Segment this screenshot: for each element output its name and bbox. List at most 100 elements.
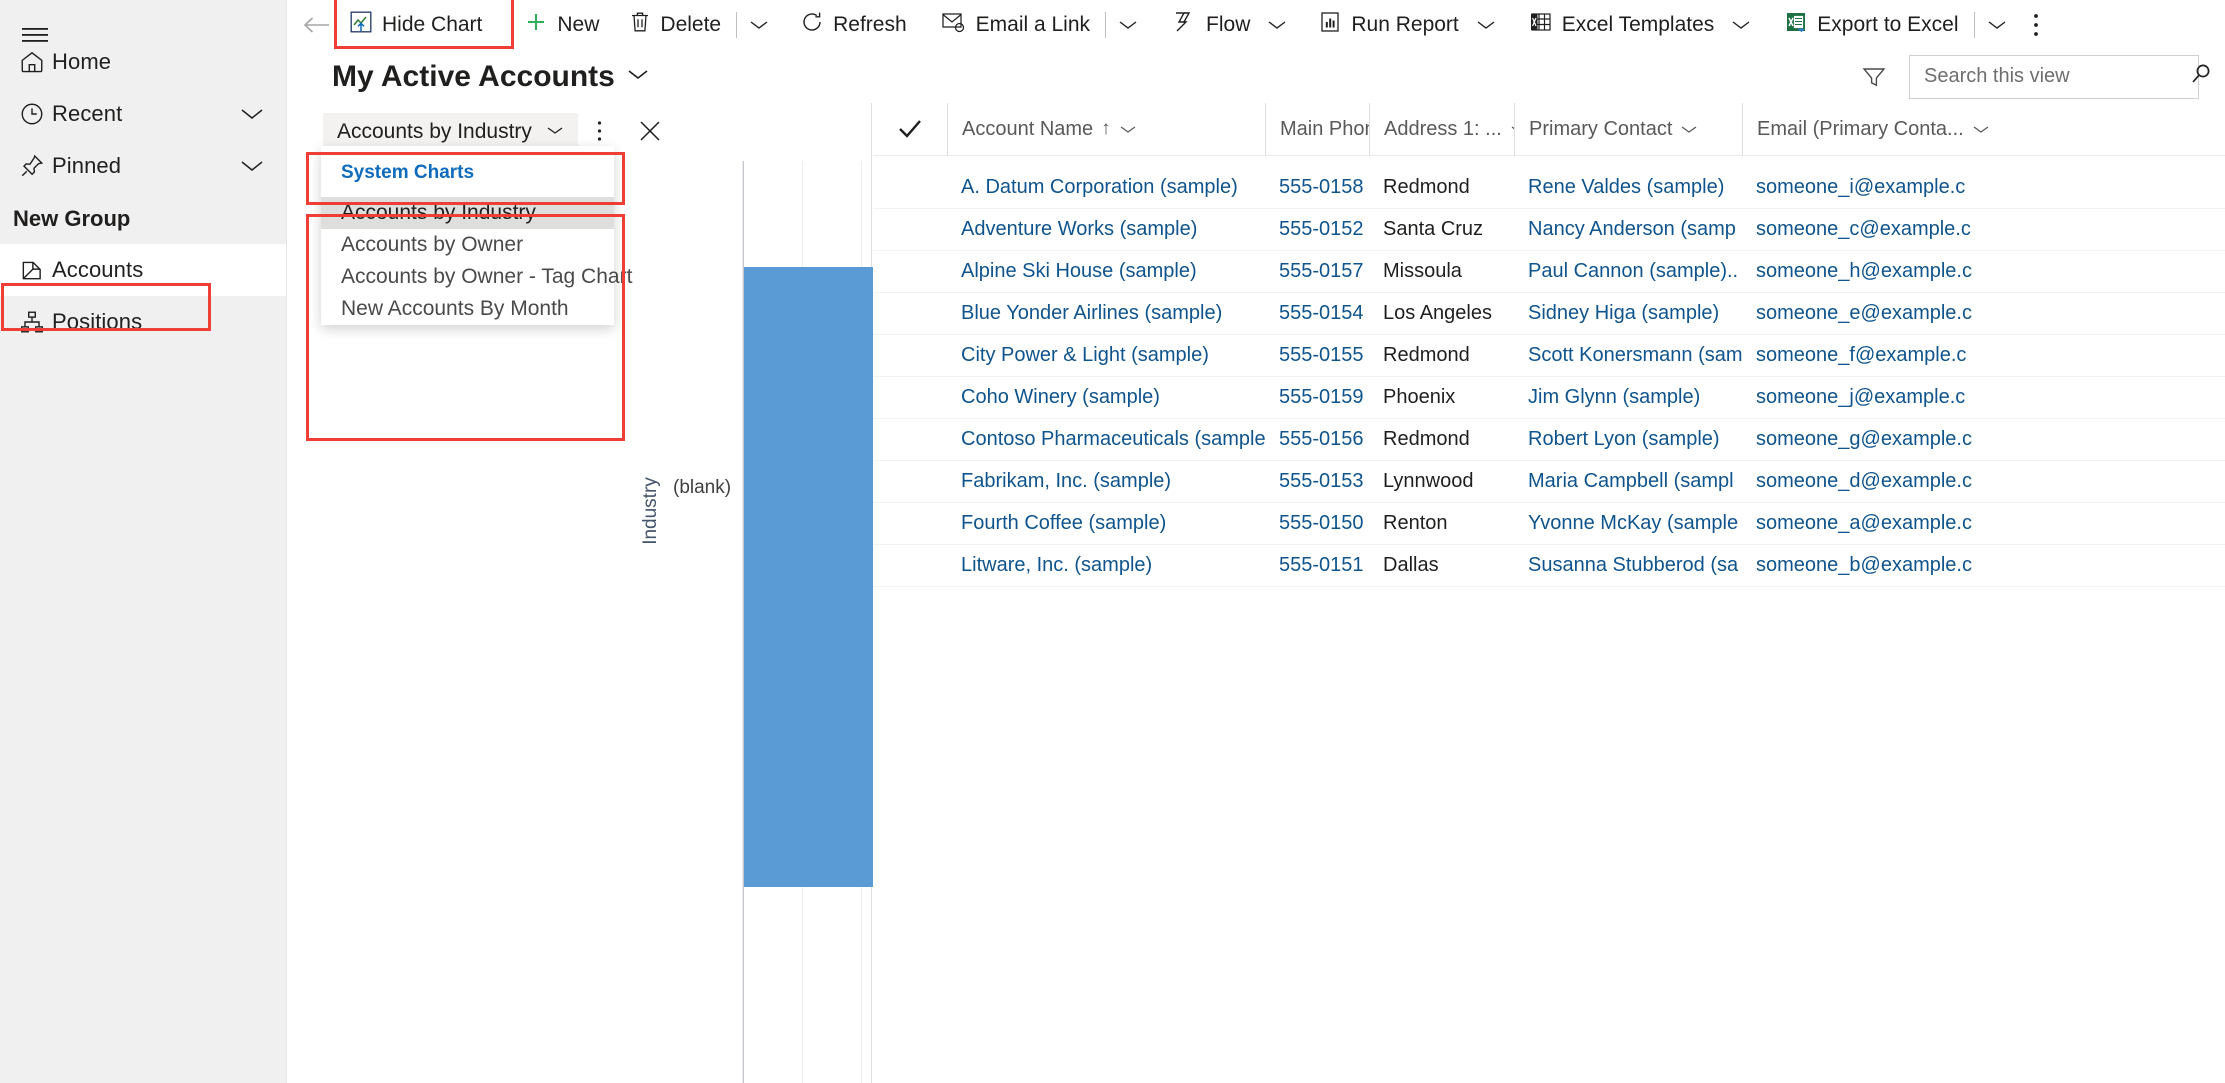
- cell-main-phone[interactable]: 555-0159: [1265, 377, 1369, 419]
- select-all-checkmark-icon[interactable]: [873, 118, 947, 140]
- table-row[interactable]: Blue Yonder Airlines (sample) 555-0154 Los…: [873, 293, 2225, 335]
- cell-email[interactable]: someone_e@example.c: [1742, 293, 1992, 335]
- excel-templates-button[interactable]: Excel Templates: [1519, 3, 1725, 47]
- cell-email[interactable]: someone_f@example.c: [1742, 335, 1992, 377]
- search-icon[interactable]: [2189, 62, 2213, 91]
- close-icon[interactable]: [631, 112, 669, 150]
- cell-primary-contact[interactable]: Sidney Higa (sample): [1514, 293, 1742, 335]
- flow-button[interactable]: Flow: [1161, 3, 1260, 47]
- sidebar-item-pinned[interactable]: Pinned: [0, 140, 286, 192]
- divider: [1105, 11, 1107, 38]
- cell-main-phone[interactable]: 555-0155: [1265, 335, 1369, 377]
- cell-account-name[interactable]: Litware, Inc. (sample): [947, 545, 1265, 587]
- cell-account-name[interactable]: Coho Winery (sample): [947, 377, 1265, 419]
- cell-main-phone[interactable]: 555-0152: [1265, 209, 1369, 251]
- email-a-link-caret-icon[interactable]: [1111, 3, 1145, 47]
- cell-account-name[interactable]: Blue Yonder Airlines (sample): [947, 293, 1265, 335]
- cell-primary-contact[interactable]: Jim Glynn (sample): [1514, 377, 1742, 419]
- chevron-down-icon[interactable]: [627, 68, 649, 86]
- cell-account-name[interactable]: Fourth Coffee (sample): [947, 503, 1265, 545]
- table-row[interactable]: City Power & Light (sample) 555-0155 Redmo…: [873, 335, 2225, 377]
- cell-email[interactable]: someone_j@example.c: [1742, 377, 1992, 419]
- more-vertical-icon[interactable]: [2018, 3, 2054, 47]
- cell-email[interactable]: someone_g@example.c: [1742, 419, 1992, 461]
- chevron-down-icon[interactable]: [1119, 118, 1137, 141]
- cell-primary-contact[interactable]: Rene Valdes (sample): [1514, 167, 1742, 209]
- flyout-item-accounts-by-owner-tag-chart[interactable]: Accounts by Owner - Tag Chart: [321, 261, 632, 293]
- excel-templates-caret-icon[interactable]: [1724, 3, 1758, 47]
- cell-email[interactable]: someone_h@example.c: [1742, 251, 1992, 293]
- chevron-down-icon[interactable]: [240, 159, 264, 173]
- table-row[interactable]: Fabrikam, Inc. (sample) 555-0153 Lynnwood M…: [873, 461, 2225, 503]
- cell-main-phone[interactable]: 555-0154: [1265, 293, 1369, 335]
- export-to-excel-button[interactable]: Export to Excel: [1774, 3, 1968, 47]
- cell-main-phone[interactable]: 555-0158: [1265, 167, 1369, 209]
- table-row[interactable]: Litware, Inc. (sample) 555-0151 Dallas Susa…: [873, 545, 2225, 587]
- view-selector[interactable]: My Active Accounts: [332, 60, 649, 94]
- cell-primary-contact[interactable]: Yvonne McKay (sample: [1514, 503, 1742, 545]
- cell-main-phone[interactable]: 555-0153: [1265, 461, 1369, 503]
- grid-body: A. Datum Corporation (sample) 555-0158 Red…: [873, 167, 2225, 587]
- new-button[interactable]: New: [514, 3, 609, 47]
- cell-primary-contact[interactable]: Scott Konersmann (sam: [1514, 335, 1742, 377]
- table-row[interactable]: Coho Winery (sample) 555-0159 Phoenix Jim G…: [873, 377, 2225, 419]
- back-arrow-icon[interactable]: [295, 3, 339, 47]
- cell-main-phone[interactable]: 555-0157: [1265, 251, 1369, 293]
- cell-primary-contact[interactable]: Maria Campbell (sampl: [1514, 461, 1742, 503]
- column-header-main-phone[interactable]: Main Phone: [1265, 103, 1369, 156]
- filter-icon[interactable]: [1861, 65, 1887, 89]
- cell-email[interactable]: someone_a@example.c: [1742, 503, 1992, 545]
- search-box[interactable]: [1909, 54, 2210, 99]
- cell-primary-contact[interactable]: Paul Cannon (sample)..: [1514, 251, 1742, 293]
- chevron-down-icon[interactable]: [1972, 118, 1990, 141]
- cell-email[interactable]: someone_d@example.c: [1742, 461, 1992, 503]
- delete-button[interactable]: Delete: [619, 3, 731, 47]
- cell-account-name[interactable]: City Power & Light (sample): [947, 335, 1265, 377]
- cell-account-name[interactable]: Contoso Pharmaceuticals (sample): [947, 419, 1265, 461]
- email-a-link-button[interactable]: Email a Link: [931, 3, 1100, 47]
- chevron-down-icon[interactable]: [1680, 118, 1698, 141]
- chart-more-commands-icon[interactable]: [582, 114, 616, 148]
- run-report-caret-icon[interactable]: [1469, 3, 1503, 47]
- chevron-down-icon[interactable]: [240, 107, 264, 121]
- cell-main-phone[interactable]: 555-0156: [1265, 419, 1369, 461]
- cell-primary-contact[interactable]: Susanna Stubberod (sa: [1514, 545, 1742, 587]
- flow-caret-icon[interactable]: [1260, 3, 1294, 47]
- cell-email[interactable]: someone_c@example.c: [1742, 209, 1992, 251]
- cell-account-name[interactable]: A. Datum Corporation (sample): [947, 167, 1265, 209]
- export-to-excel-caret-icon[interactable]: [1980, 3, 2014, 47]
- refresh-button[interactable]: Refresh: [790, 3, 917, 47]
- sidebar-item-recent[interactable]: Recent: [0, 88, 286, 140]
- flyout-item-new-accounts-by-month[interactable]: New Accounts By Month: [321, 293, 614, 325]
- sidebar-item-accounts[interactable]: Accounts: [0, 244, 286, 296]
- sidebar-item-positions[interactable]: Positions: [0, 296, 286, 348]
- cell-email[interactable]: someone_b@example.c: [1742, 545, 1992, 587]
- table-row[interactable]: Fourth Coffee (sample) 555-0150 Renton Yvon…: [873, 503, 2225, 545]
- cell-account-name[interactable]: Adventure Works (sample): [947, 209, 1265, 251]
- column-header-address-1[interactable]: Address 1: ...: [1369, 103, 1514, 156]
- cell-account-name[interactable]: Fabrikam, Inc. (sample): [947, 461, 1265, 503]
- table-row[interactable]: Alpine Ski House (sample) 555-0157 Missoul…: [873, 251, 2225, 293]
- cell-account-name[interactable]: Alpine Ski House (sample): [947, 251, 1265, 293]
- cell-primary-contact[interactable]: Nancy Anderson (samp: [1514, 209, 1742, 251]
- export-excel-icon: [1784, 10, 1808, 39]
- search-input[interactable]: [1924, 65, 2189, 88]
- cell-main-phone[interactable]: 555-0150: [1265, 503, 1369, 545]
- flyout-item-accounts-by-industry[interactable]: Accounts by Industry: [321, 197, 614, 229]
- hide-chart-button[interactable]: Hide Chart: [339, 3, 492, 47]
- cell-primary-contact[interactable]: Robert Lyon (sample): [1514, 419, 1742, 461]
- table-row[interactable]: Contoso Pharmaceuticals (sample) 555-0156…: [873, 419, 2225, 461]
- column-header-primary-contact[interactable]: Primary Contact: [1514, 103, 1742, 156]
- run-report-icon: [1318, 10, 1342, 39]
- sidebar-item-home[interactable]: Home: [0, 36, 286, 88]
- table-row[interactable]: A. Datum Corporation (sample) 555-0158 Red…: [873, 167, 2225, 209]
- column-header-account-name[interactable]: Account Name ↑: [947, 103, 1265, 156]
- cell-main-phone[interactable]: 555-0151: [1265, 545, 1369, 587]
- table-row[interactable]: Adventure Works (sample) 555-0152 Santa Cr…: [873, 209, 2225, 251]
- sidebar-item-label: Recent: [52, 101, 123, 126]
- delete-caret-icon[interactable]: [742, 3, 776, 47]
- column-header-email-primary-contact[interactable]: Email (Primary Conta...: [1742, 103, 1992, 156]
- run-report-button[interactable]: Run Report: [1308, 3, 1468, 47]
- cell-email[interactable]: someone_i@example.c: [1742, 167, 1992, 209]
- flyout-item-accounts-by-owner[interactable]: Accounts by Owner: [321, 229, 614, 261]
